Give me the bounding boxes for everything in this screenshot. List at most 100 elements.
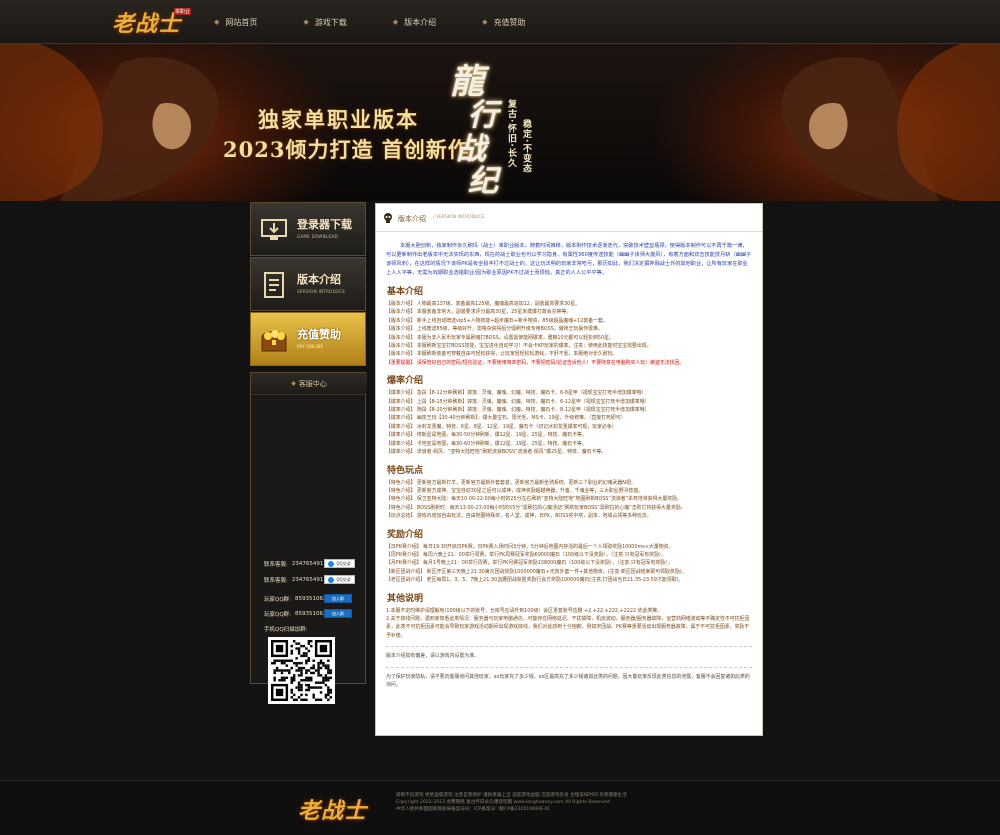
info-line: 【爆率介绍】 流浪者·佩风：“亚特大陆旺地”刷新流浪BOSS“流浪者·佩风”爆2…: [386, 449, 607, 456]
info-line: 【爆率介绍】 急段【8-12分钟刷新】掉落：灵魂、魔魂、幻魔、特技、魔石卡、6-…: [386, 390, 647, 397]
qq-chat-label: QQ交谈: [336, 576, 351, 582]
intro-paragraph: 本服大胆创新，独家制作永久刷玛（战士）单职业版本，随着时间推移，版本制作技术逐渐…: [386, 243, 752, 276]
info-line: 【特色介绍】 更新官方成神、宝宝自动30星之后可以成神，成神奖励超越神器，升备、…: [386, 487, 644, 494]
note-line: 为了保护玩家隐私，请不要向客服询问其他玩家，xx玩家充了多少钱，xx区最高充了多…: [386, 673, 750, 688]
footer-line: Copyright 2022-2023 龙腾网络 复古怀旧永久爆烧玩服 www.…: [396, 799, 610, 805]
pay-sublabel: PAY ONLINE: [297, 344, 324, 349]
info-line: 【特色介绍】 保卫亚特大陆：每天10:00-22:00每小时的25分左右刷新“亚…: [386, 496, 682, 503]
top-nav: 老战士 单职业 ◆ 网站首页 ◆ 游戏下载 ◆ 版本介绍 ◆ 充值赞助: [0, 0, 1000, 44]
qq-chat-label: QQ交谈: [336, 560, 351, 566]
group-label: 玩家QQ群:: [264, 597, 292, 603]
info-line: 【爆率介绍】 冰封龙重魔、特技、6星、8星、12星、19星、魔石卡（切记冰封龙重…: [386, 423, 617, 430]
panel-subtitle: / VERSION INTRODUCE: [433, 215, 485, 220]
info-line: 【日PK赛介绍】 每日19:30开启日PK赛，日PK赛入场时间3分钟，5分钟后地…: [386, 543, 674, 550]
qr-label-text: 手机QQ扫描加群:: [264, 627, 308, 633]
info-line: 【版本介绍】 上线赠送85级，等级好升，需格杂获得后分馏刷升级专用BOSS，傲娇…: [386, 326, 603, 333]
nav-item-label: 版本介绍: [404, 17, 437, 27]
nav-item-label: 充值赞助: [493, 17, 526, 27]
join-group-button[interactable]: 加入群: [324, 609, 352, 618]
contact-label: 联系客服:: [264, 562, 288, 568]
info-line: 【版本介绍】 本服装备非常大，副装要求评分最高30星，25星未摸爆打敢会兑换等。: [386, 309, 572, 316]
nav-item-label: 网站首页: [225, 17, 258, 27]
info-line: 【周PK赛介绍】 每周六晚上21：00举行周赛，举行PK周赛冠军奖励69000魔…: [386, 551, 667, 558]
section-title: 奖励介绍: [387, 529, 424, 540]
divider: [386, 646, 752, 648]
logo-text: 老战士: [112, 11, 182, 37]
section-title: 基本介绍: [387, 287, 424, 297]
info-line: 【版本介绍】 本服刷新装备可穿戴自由可轻松获得，让玩家轻轻松松游戏，不肝不氪，本…: [386, 351, 618, 358]
service-group-row: 玩家QQ群: 859351062: [264, 595, 327, 603]
footer-text: 抵制不良游戏 拒绝盗版游戏 注意自我保护 谨防受骗上当 适度游戏益脑 沉迷游戏伤…: [396, 793, 627, 813]
nav-item-home[interactable]: ◆ 网站首页: [214, 0, 257, 44]
join-group-label: 加入群: [332, 595, 344, 601]
service-header: ◆ 客服中心: [251, 373, 367, 395]
diamond-icon: ◆: [303, 18, 309, 26]
nav-menu: ◆ 网站首页 ◆ 游戏下载 ◆ 版本介绍 ◆ 充值赞助: [214, 0, 572, 44]
info-line: 【月PK赛介绍】 每月1号晚上21：00举行周赛，举行PK月赛冠军奖励13800…: [386, 560, 673, 567]
treasure-chest-icon: [261, 330, 287, 352]
qq-icon: [328, 560, 335, 567]
diamond-icon: ◆: [214, 18, 220, 26]
qq-icon: [328, 576, 335, 583]
info-line: 【版本介绍】 本服为非人民币玩家专属刷魂打BOSS，设置副使能网爆率，雅娘10元…: [386, 334, 614, 341]
tagline-col: 复古·怀旧·长久: [506, 99, 516, 168]
contact-value: 234765491: [291, 561, 324, 567]
calli-char: 纪: [468, 164, 498, 199]
group-value: 859351062: [295, 611, 327, 617]
group-value: 859351062: [295, 596, 327, 602]
nav-item-download[interactable]: ◆ 游戏下载: [303, 0, 346, 44]
qq-chat-button[interactable]: QQ交谈: [324, 575, 355, 584]
nav-item-label: 游戏下载: [314, 17, 347, 27]
tagline-col: 稳定·不变态: [521, 119, 531, 174]
footer-line: 抵制不良游戏 拒绝盗版游戏 注意自我保护 谨防受骗上当 适度游戏益脑 沉迷游戏伤…: [396, 793, 627, 798]
section-title: 爆率介绍: [387, 376, 424, 387]
nav-item-pay[interactable]: ◆ 充值赞助: [482, 0, 525, 44]
site-logo[interactable]: 老战士 单职业: [112, 4, 192, 40]
info-line: 【特色介绍】 BOSS刷新时：每天13:00-23:00每小时的55分“需刷拉的…: [386, 504, 686, 511]
panel-body: 本服大胆创新，独家制作永久刷玛（战士）单职业版本，随着时间推移，版本制作技术逐渐…: [386, 242, 752, 689]
section-title: 特色玩点: [387, 465, 424, 476]
version-button[interactable]: 版本介绍 VERSION INTRODUCE: [250, 257, 366, 311]
other-paragraph: 1.本服不定时维护请理解哈(100级以下的账号，仓库号在请升到100级）会区重复…: [386, 607, 663, 614]
skull-emblem-icon: [384, 213, 392, 223]
section-title: 其他说明: [387, 593, 424, 604]
diamond-icon: ◆: [291, 380, 296, 387]
download-label: 登录器下载: [297, 218, 352, 231]
version-sublabel: VERSION INTRODUCE: [297, 289, 346, 294]
service-contact-row: 联系客服: 234765491: [264, 560, 323, 568]
diamond-icon: ◆: [482, 18, 488, 26]
footer-line: 中华人民共和国国家版权局备案号码：ICP备案号: 湘ICP备23051688号-…: [396, 806, 551, 812]
footer-logo: 老战士: [298, 793, 367, 825]
pay-button[interactable]: 充值赞助 PAY ONLINE: [250, 312, 366, 366]
panel-header: 版本介绍 / VERSION INTRODUCE: [376, 204, 762, 232]
download-sublabel: GAME DOWNLOAD: [297, 234, 339, 239]
footer-logo-text: 老战士: [298, 798, 368, 824]
qr-label: 手机QQ扫描加群:: [264, 625, 308, 633]
pay-label: 充值赞助: [297, 328, 341, 341]
document-icon: [264, 272, 284, 298]
service-contact-row: 联系客服: 234765491: [264, 576, 323, 584]
nav-item-version[interactable]: ◆ 版本介绍: [393, 0, 436, 44]
qr-code-icon: [271, 640, 332, 701]
contact-value: 234765491: [291, 577, 324, 583]
hero-banner: 独家单职业版本 2023倾力打造 首创新作 龍 行 战 纪 复古·怀旧·长久 稳…: [0, 44, 1000, 201]
info-line: 【老区团战介绍】 老区每周1、3、5、7晚上21:30血腰团战获胜奖励行会方奖励…: [386, 577, 684, 584]
banner-headline: 独家单职业版本: [258, 107, 419, 132]
other-paragraph: 2.关于掉线问题，遇到家知悉此类情况：服务器与玩家电脑通信，可能存在网络延迟、干…: [386, 615, 750, 639]
version-intro-panel: 版本介绍 / VERSION INTRODUCE 本服大胆创新，独家制作永久刷玛…: [375, 203, 763, 736]
download-button[interactable]: 登录器下载 GAME DOWNLOAD: [250, 202, 366, 256]
info-line: 【玩点总结】 游戏内增加自由玩法，自由地图特殊奖，名人堂，成神，日PK，BOSS…: [386, 513, 652, 520]
info-line: 【爆率介绍】 幽泉王玩【30-40分钟刷新】：爆大量宝石、阳光毛、MS卡、19星…: [386, 415, 626, 422]
info-line: 【爆率介绍】 上段【8-15分钟刷新】掉落：灵魂、魔魂、幻魔、特技、魔石卡、6-…: [386, 398, 650, 405]
customer-service-panel: ◆ 客服中心 联系客服: 234765491 QQ交谈 联系客服: 2347654…: [250, 372, 367, 704]
qq-chat-button[interactable]: QQ交谈: [324, 559, 355, 568]
info-line: 【版本介绍】 本服刷新宝宝打BOSS技能，宝宝进化自动学习！不会卡KP玩家的爆率…: [386, 343, 652, 350]
note-line: 版本介绍如有偏差，请以游戏内设置为准。: [386, 653, 479, 660]
left-sidebar: 登录器下载 GAME DOWNLOAD 版本介绍 VERSION INTRODU…: [250, 202, 367, 704]
service-group-row: 玩家QQ群: 859351062: [264, 610, 327, 618]
monitor-icon: [261, 219, 287, 240]
join-group-button[interactable]: 加入群: [324, 594, 352, 603]
info-line: 【新区团战介绍】 新区开区第三天晚上21:30第次团战奖励1000000魔石+光…: [386, 568, 687, 575]
info-line: 【版本介绍】 人物最高137级，装备最高125级，魔魂最高追加12，副装最高要求…: [386, 301, 581, 307]
info-line: 【爆率介绍】 修斯星是地图，每30-50分钟刷新，爆12星、19星、25星，特技…: [386, 432, 587, 439]
